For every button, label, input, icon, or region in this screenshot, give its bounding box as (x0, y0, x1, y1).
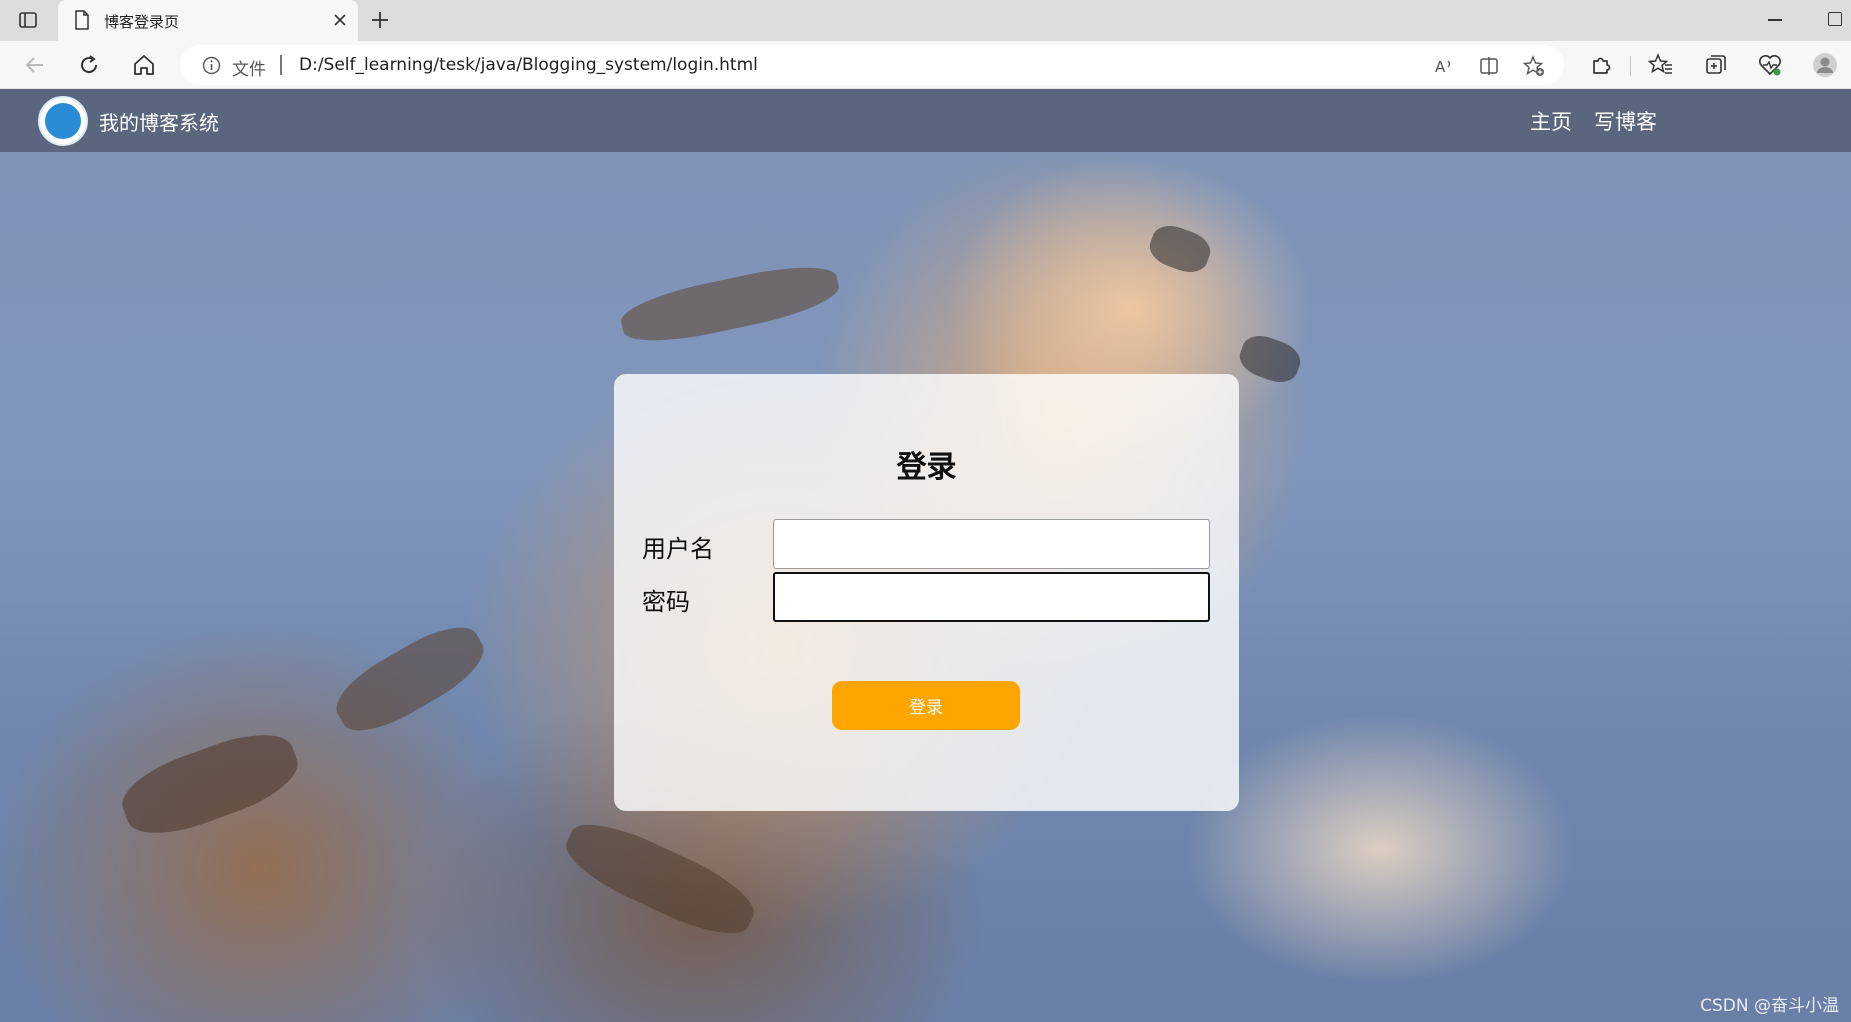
svg-text:A: A (1435, 58, 1446, 76)
minimize-icon[interactable] (1768, 19, 1782, 21)
browser-tab[interactable]: 博客登录页 (58, 0, 358, 41)
address-url[interactable]: D:/Self_learning/tesk/java/Blogging_syst… (299, 55, 758, 75)
tab-title: 博客登录页 (104, 13, 180, 31)
tab-actions-icon[interactable] (18, 10, 38, 30)
username-label: 用户名 (642, 535, 714, 563)
refresh-icon[interactable] (76, 52, 102, 78)
favorites-icon[interactable] (1648, 52, 1674, 78)
browser-essentials-icon[interactable] (1757, 52, 1783, 78)
browser-tab-bar: 博客登录页 (0, 0, 1851, 41)
logo-emblem (45, 103, 81, 139)
address-separator (280, 55, 282, 75)
info-icon[interactable] (202, 56, 221, 75)
page-icon (75, 10, 89, 30)
collections-icon[interactable] (1703, 52, 1729, 78)
browser-toolbar: 文件 D:/Self_learning/tesk/java/Blogging_s… (0, 41, 1851, 89)
login-heading: 登录 (896, 450, 957, 485)
cat-eye (1144, 219, 1216, 279)
split-screen-icon[interactable] (1478, 55, 1500, 77)
new-tab-icon[interactable] (369, 9, 391, 31)
home-icon[interactable] (131, 52, 157, 78)
address-file-label: 文件 (232, 60, 266, 80)
extensions-icon[interactable] (1588, 52, 1614, 78)
nav-link-home[interactable]: 主页 (1530, 106, 1572, 136)
background-stripe (617, 256, 843, 352)
add-favorite-icon[interactable] (1523, 55, 1545, 77)
username-input[interactable] (773, 519, 1210, 569)
maximize-icon[interactable] (1828, 12, 1842, 26)
login-submit-button[interactable]: 登录 (832, 681, 1020, 730)
password-label: 密码 (642, 588, 690, 616)
close-icon[interactable] (331, 11, 349, 29)
background-stripe (113, 720, 307, 848)
cat-eye (1234, 329, 1306, 389)
nav-link-write-blog[interactable]: 写博客 (1594, 106, 1657, 136)
site-logo[interactable] (38, 96, 88, 146)
background-stripe (556, 809, 764, 949)
login-card: 登录 用户名 密码 登录 (614, 374, 1239, 811)
watermark: CSDN @奋斗小温 (1700, 996, 1839, 1016)
profile-avatar-icon[interactable] (1812, 52, 1838, 78)
page-background: 我的博客系统 主页 写博客 登录 用户名 密码 登录 CSDN @奋斗小温 (0, 89, 1851, 1022)
back-icon[interactable] (22, 52, 48, 78)
toolbar-divider (1630, 56, 1631, 76)
read-aloud-icon[interactable]: A (1433, 55, 1455, 77)
password-input[interactable] (773, 572, 1210, 622)
site-title: 我的博客系统 (99, 111, 219, 135)
address-bar[interactable]: 文件 D:/Self_learning/tesk/java/Blogging_s… (180, 45, 1564, 85)
site-navbar: 我的博客系统 主页 写博客 (0, 89, 1851, 152)
background-stripe (325, 613, 495, 745)
